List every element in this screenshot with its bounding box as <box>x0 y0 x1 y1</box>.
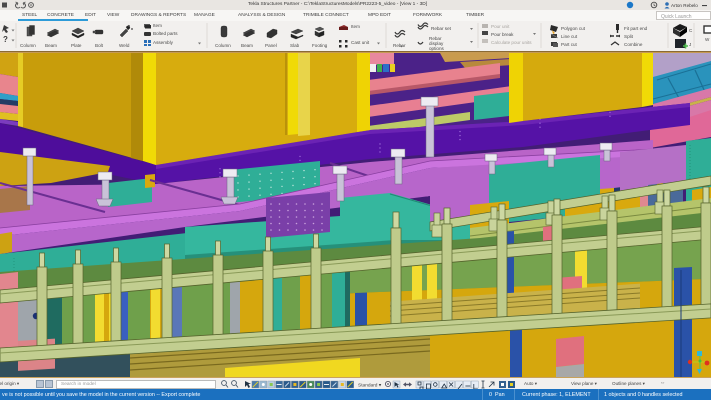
svg-text:Standard ▾: Standard ▾ <box>358 382 382 388</box>
svg-text:?: ? <box>3 35 8 44</box>
